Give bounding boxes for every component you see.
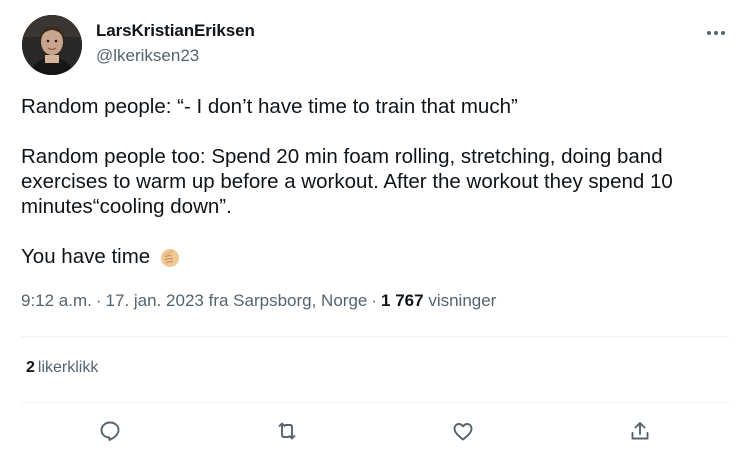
likes-label: likerklikk bbox=[37, 359, 99, 376]
retweet-button[interactable] bbox=[272, 416, 302, 446]
views-count: 1 767 bbox=[381, 291, 424, 310]
more-dots-icon bbox=[707, 31, 725, 35]
author-name[interactable]: LarsKristianEriksen bbox=[96, 21, 255, 41]
tweet-meta: 9:12 a.m. · 17. jan. 2023 fra Sarpsborg, N… bbox=[21, 291, 496, 311]
more-options-button[interactable] bbox=[701, 18, 731, 48]
divider bbox=[21, 402, 729, 403]
likes-count: 2 bbox=[26, 359, 35, 376]
tweet-text: Random people: “- I don’t have time to t… bbox=[21, 94, 721, 269]
like-button[interactable] bbox=[448, 416, 478, 446]
meta-separator: · bbox=[95, 291, 102, 310]
heart-icon bbox=[453, 423, 473, 441]
avatar-photo-icon bbox=[22, 15, 82, 75]
tweet-time[interactable]: 9:12 a.m. bbox=[21, 291, 92, 310]
tweet-date[interactable]: 17. jan. 2023 bbox=[106, 291, 204, 310]
tweet-location[interactable]: Sarpsborg, Norge bbox=[233, 291, 367, 310]
divider bbox=[21, 336, 729, 337]
tweet-paragraph-1: Random people: “- I don’t have time to t… bbox=[21, 95, 518, 118]
tweet-card: LarsKristianEriksen @lkeriksen23 Random … bbox=[0, 0, 748, 461]
views-label: visninger bbox=[428, 291, 497, 310]
tweet-paragraph-3-text: You have time bbox=[21, 245, 151, 268]
share-icon bbox=[631, 422, 649, 440]
tweet-paragraph-2: Random people too: Spend 20 min foam rol… bbox=[21, 145, 673, 218]
avatar[interactable] bbox=[22, 15, 82, 75]
pointing-hand-emoji-icon bbox=[158, 245, 182, 269]
likes-link[interactable]: 2 likerklikk bbox=[26, 359, 98, 377]
reply-button[interactable] bbox=[95, 416, 125, 446]
reply-icon bbox=[100, 421, 120, 441]
meta-separator: · bbox=[371, 291, 378, 310]
author-handle[interactable]: @lkeriksen23 bbox=[96, 46, 199, 66]
tweet-paragraph-3: You have time bbox=[21, 244, 721, 269]
location-prefix: fra bbox=[208, 291, 229, 310]
retweet-icon bbox=[278, 422, 296, 440]
share-button[interactable] bbox=[625, 416, 655, 446]
